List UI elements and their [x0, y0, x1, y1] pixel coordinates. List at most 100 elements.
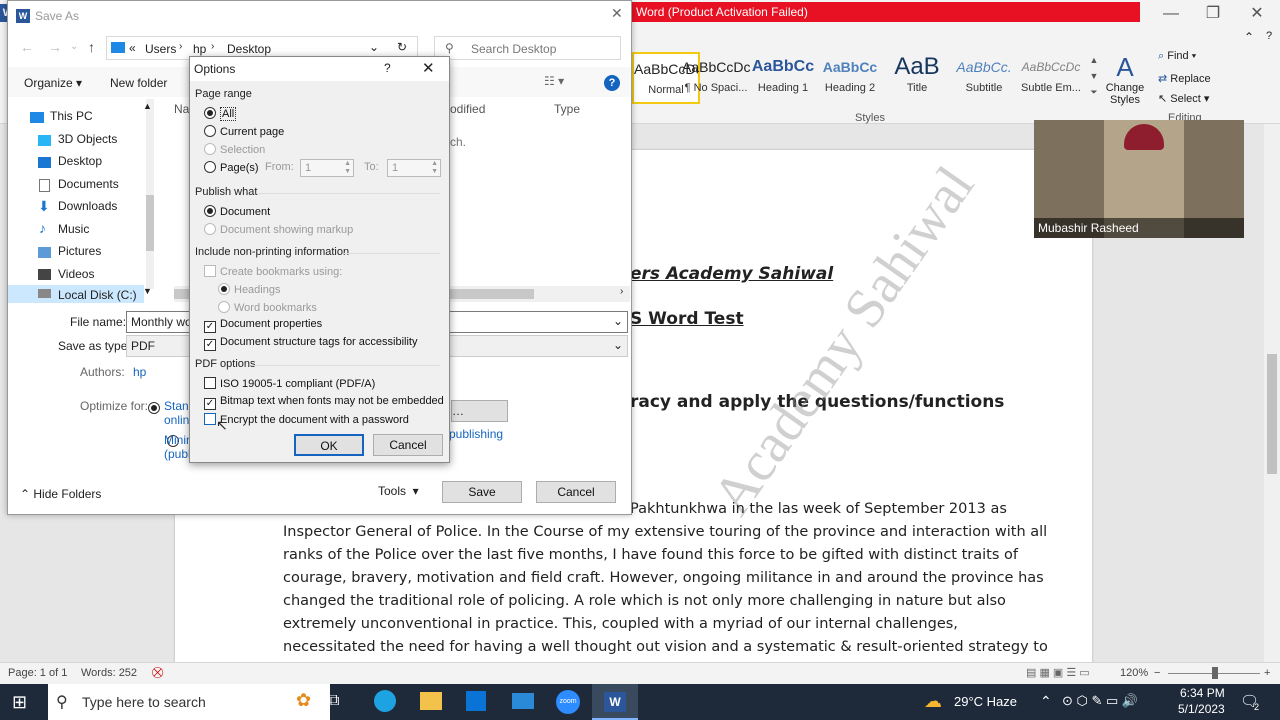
minimize-button[interactable]: —: [1156, 4, 1186, 24]
windows-start-icon[interactable]: ⊞: [12, 692, 27, 713]
taskbar-search[interactable]: ⚲ Type here to search ✿: [48, 684, 330, 720]
store-icon[interactable]: [466, 691, 486, 711]
encrypt-option[interactable]: Encrypt the document with a password: [204, 413, 409, 426]
new-folder-button[interactable]: New folder: [110, 76, 167, 90]
replace-button[interactable]: ⇄ Replace: [1158, 72, 1211, 85]
word-count[interactable]: Words: 252: [81, 663, 137, 683]
range-all-option[interactable]: All: [204, 107, 237, 121]
refresh-icon[interactable]: ↻: [397, 40, 407, 54]
nav-this-pc[interactable]: This PC: [50, 109, 93, 123]
tools-button[interactable]: Tools ▾: [378, 484, 419, 498]
style-title[interactable]: AaB Title: [883, 52, 951, 104]
clock-date[interactable]: 5/1/2023: [1178, 702, 1225, 716]
nav-scroll-up-icon[interactable]: ▲: [143, 101, 152, 111]
range-all-radio[interactable]: [204, 107, 216, 119]
nav-3d-objects[interactable]: 3D Objects: [58, 132, 117, 146]
system-tray-icons[interactable]: ⊙ ⬡ ✎ ▭ 🔊: [1062, 693, 1138, 709]
doc-tags-checkbox[interactable]: ✓: [204, 339, 216, 351]
select-button[interactable]: ↖ Select ▾: [1158, 92, 1209, 105]
word-taskbar-button[interactable]: W: [592, 684, 638, 720]
zoom-out-icon[interactable]: −: [1154, 663, 1160, 683]
nav-scroll-down-icon[interactable]: ▼: [143, 286, 152, 296]
help-icon[interactable]: ?: [1266, 30, 1272, 42]
cancel-button[interactable]: Cancel: [536, 481, 616, 503]
breadcrumb-users[interactable]: Users: [145, 42, 176, 56]
optimize-standard-radio[interactable]: [148, 402, 160, 414]
styles-scroll-icon[interactable]: ▲ ▼ ⏷: [1088, 52, 1100, 104]
task-view-icon[interactable]: ⧉: [328, 692, 339, 710]
search-desktop-input[interactable]: ⚲ Search Desktop: [434, 36, 621, 60]
page-count[interactable]: Page: 1 of 1: [8, 663, 67, 683]
organize-button[interactable]: Organize ▾: [24, 76, 82, 90]
help-icon[interactable]: ?: [604, 75, 620, 91]
spin-arrows-icon[interactable]: ▲ ▼: [344, 160, 351, 176]
close-button[interactable]: ✕: [1242, 4, 1272, 24]
encrypt-checkbox[interactable]: [204, 413, 216, 425]
save-as-close-icon[interactable]: ✕: [611, 5, 623, 22]
range-current-radio[interactable]: [204, 125, 216, 137]
save-type-dropdown-icon[interactable]: ⌄: [613, 338, 623, 352]
back-arrow-icon[interactable]: ←: [20, 39, 34, 55]
doc-tags-option[interactable]: ✓ Document structure tags for accessibili…: [204, 336, 417, 351]
chevron-up-icon[interactable]: ⌃: [1040, 693, 1052, 710]
nav-downloads[interactable]: Downloads: [58, 199, 117, 213]
nav-desktop[interactable]: Desktop: [58, 154, 102, 168]
range-current-option[interactable]: Current page: [204, 125, 284, 138]
style-subtitle[interactable]: AaBbCc. Subtitle: [950, 52, 1018, 104]
authors-value[interactable]: hp: [133, 365, 146, 379]
zoom-level[interactable]: 120%: [1120, 663, 1148, 683]
iso-option[interactable]: ISO 19005-1 compliant (PDF/A): [204, 377, 375, 390]
recent-chevron-icon[interactable]: ⌄: [70, 41, 78, 52]
spin-arrows-icon[interactable]: ▲ ▼: [431, 160, 438, 176]
zoom-app-icon[interactable]: zoom: [556, 690, 580, 714]
bitmap-checkbox[interactable]: ✓: [204, 398, 216, 410]
save-button[interactable]: Save: [442, 481, 522, 503]
breadcrumb-desktop[interactable]: Desktop: [227, 42, 271, 56]
find-button[interactable]: ⌕ Find ▾: [1158, 50, 1196, 63]
range-pages-radio[interactable]: [204, 161, 216, 173]
style-no-spacing[interactable]: AaBbCcDc ¶ No Spaci...: [682, 52, 750, 104]
iso-checkbox[interactable]: [204, 377, 216, 389]
nav-scrollbar-thumb[interactable]: [146, 195, 154, 251]
mail-icon[interactable]: [512, 693, 534, 709]
file-name-dropdown-icon[interactable]: ⌄: [613, 314, 623, 328]
to-spinner[interactable]: 1 ▲ ▼: [387, 159, 441, 177]
options-help-icon[interactable]: ?: [384, 61, 391, 75]
options-cancel-button[interactable]: Cancel: [373, 434, 443, 456]
weather-text[interactable]: 29°C Haze: [954, 694, 1017, 709]
nav-pictures[interactable]: Pictures: [58, 244, 101, 258]
proofing-icon[interactable]: ⛒: [152, 663, 163, 683]
column-date-modified[interactable]: odified: [450, 102, 485, 116]
change-styles-button[interactable]: A Change Styles: [1104, 52, 1146, 106]
hscroll-right-icon[interactable]: ›: [620, 286, 623, 297]
weather-icon[interactable]: ☁: [924, 691, 942, 712]
options-button[interactable]: …: [451, 400, 508, 422]
hide-folders-button[interactable]: ⌃ Hide Folders: [20, 487, 101, 501]
breadcrumb-hp[interactable]: hp: [193, 42, 206, 56]
clock-time[interactable]: 6:34 PM: [1180, 686, 1225, 700]
style-heading-1[interactable]: AaBbCc Heading 1: [749, 52, 817, 104]
forward-arrow-icon[interactable]: →: [48, 39, 62, 55]
restore-button[interactable]: ❐: [1198, 4, 1228, 24]
options-ok-button[interactable]: OK: [294, 434, 364, 456]
column-type[interactable]: Type: [554, 102, 580, 116]
range-pages-option[interactable]: Page(s): [204, 161, 259, 174]
publish-document-option[interactable]: Document: [204, 205, 270, 218]
file-explorer-icon[interactable]: [420, 692, 442, 710]
nav-scrollbar[interactable]: [146, 99, 154, 289]
nav-videos[interactable]: Videos: [58, 267, 94, 281]
chevron-up-icon[interactable]: ⌃: [1244, 30, 1254, 44]
publish-document-radio[interactable]: [204, 205, 216, 217]
address-dropdown-icon[interactable]: ⌄: [369, 40, 379, 54]
style-heading-2[interactable]: AaBbCc Heading 2: [816, 52, 884, 104]
vertical-scrollbar[interactable]: [1264, 124, 1280, 662]
from-spinner[interactable]: 1 ▲ ▼: [300, 159, 354, 177]
style-subtle-emphasis[interactable]: AaBbCcDc Subtle Em...: [1017, 52, 1085, 104]
nav-local-disk-row[interactable]: Local Disk (C:): [8, 285, 144, 303]
edge-icon[interactable]: [374, 690, 396, 712]
view-icon[interactable]: ☷ ▾: [544, 74, 564, 88]
doc-properties-option[interactable]: ✓ Document properties: [204, 318, 322, 333]
doc-properties-checkbox[interactable]: ✓: [204, 321, 216, 333]
view-buttons-icon[interactable]: ▤ ▦ ▣ ☰ ▭: [1026, 663, 1090, 683]
nav-documents[interactable]: Documents: [58, 177, 119, 191]
